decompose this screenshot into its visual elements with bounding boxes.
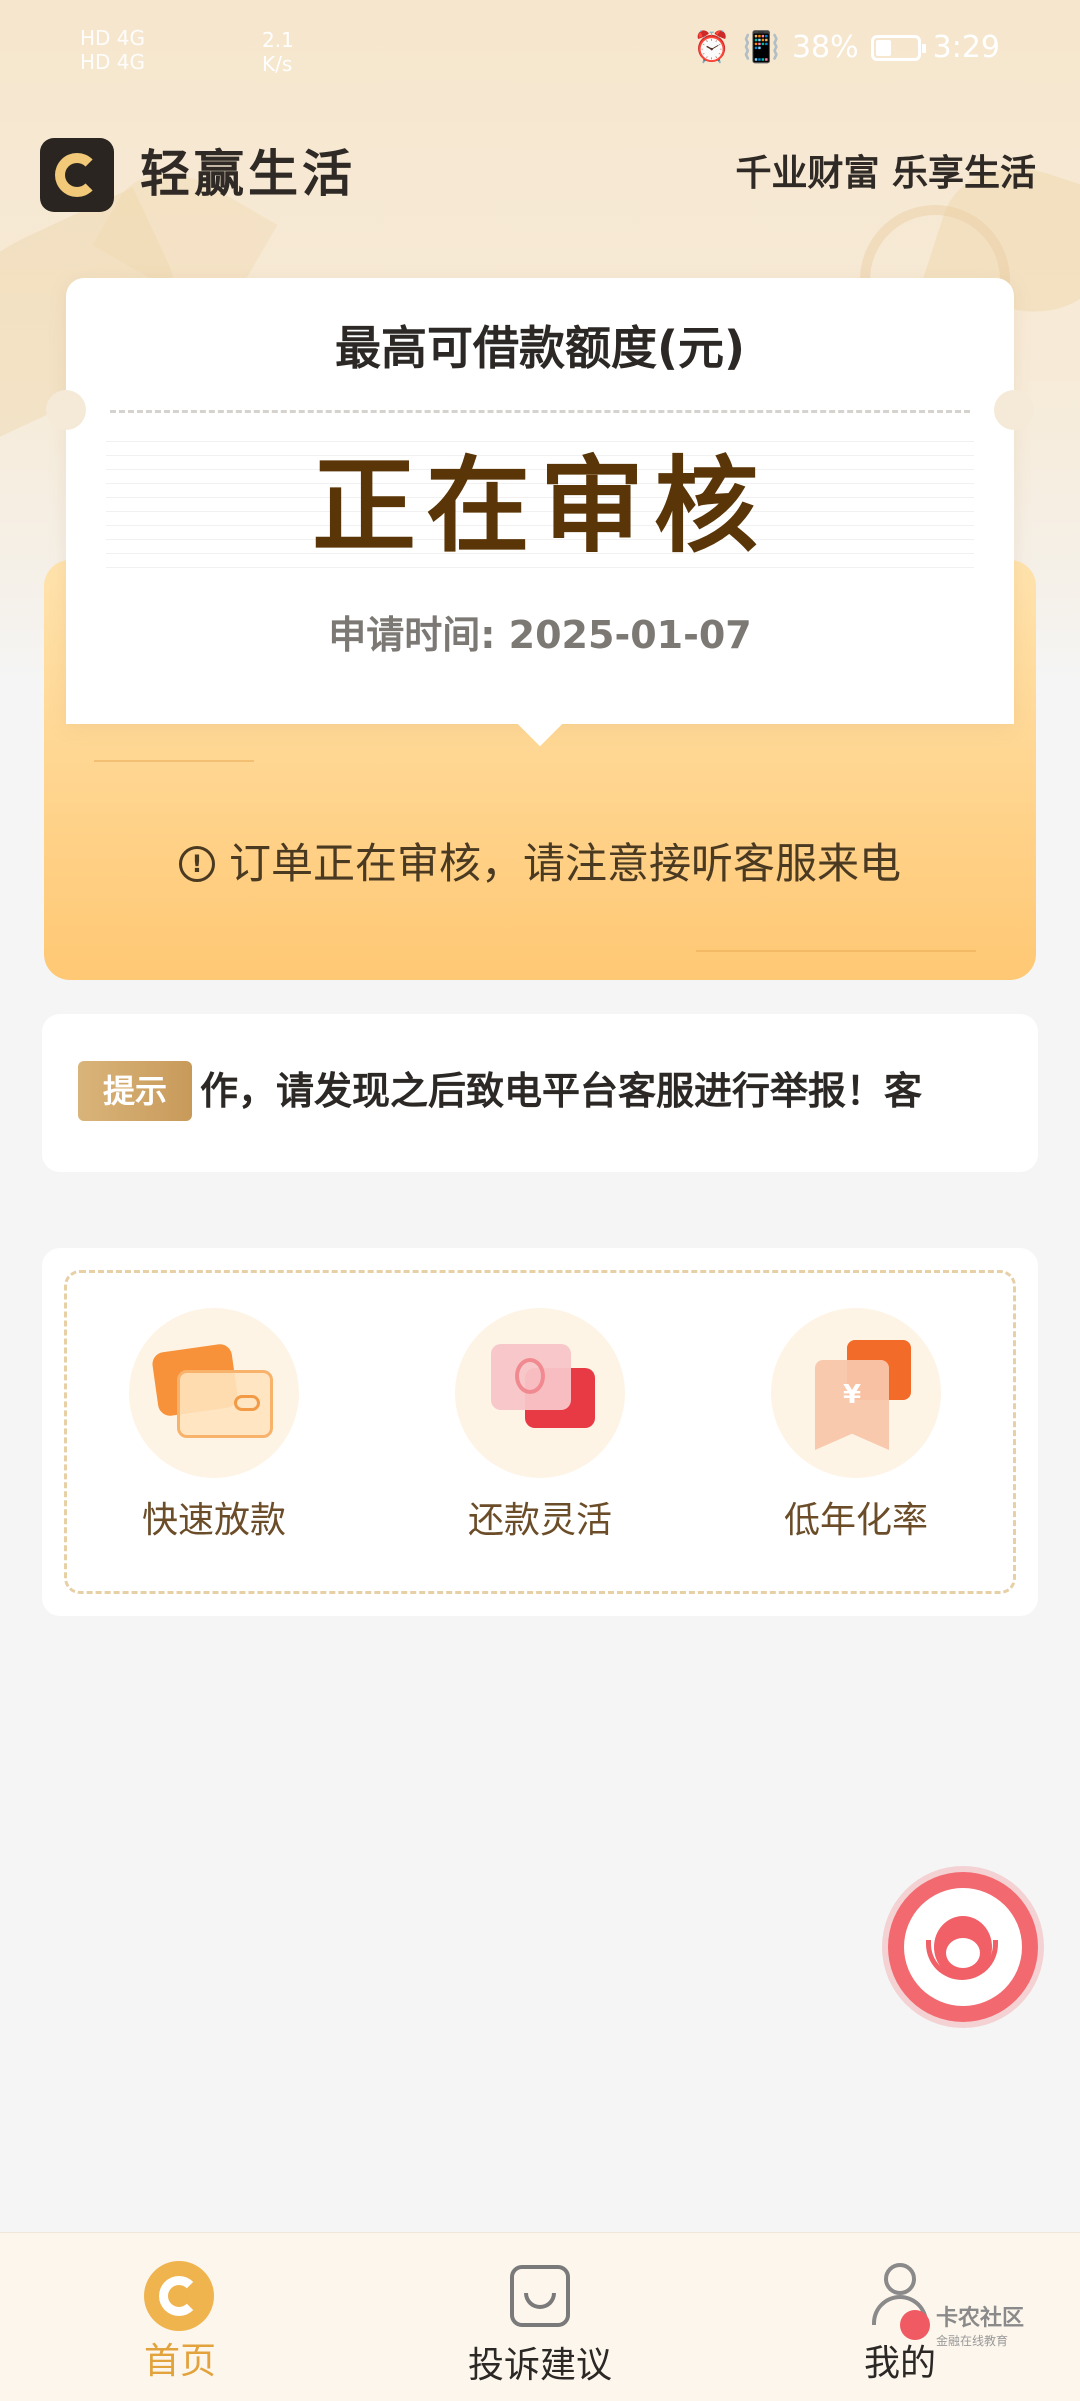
tip-text: 作，请发现之后致电平台客服进行举报！客 bbox=[200, 1069, 923, 1113]
feature-panel: 快速放款 还款灵活 低年化率 bbox=[42, 1248, 1038, 1616]
battery-icon bbox=[870, 34, 926, 61]
app-header: 轻赢生活 千业财富 乐享生活 bbox=[40, 135, 1040, 215]
complaint-icon-wrap bbox=[504, 2265, 576, 2335]
network-line-2: HD 4G bbox=[80, 50, 146, 74]
headset-icon bbox=[904, 1888, 1022, 2006]
app-slogan: 千业财富 乐享生活 bbox=[735, 153, 1036, 194]
wallet-icon bbox=[129, 1308, 299, 1478]
apply-time: 申请时间: 2025-01-07 bbox=[328, 613, 752, 657]
limit-label: 最高可借款额度(元) bbox=[334, 321, 746, 375]
network-indicators: HD 4G HD 4G bbox=[80, 26, 145, 74]
customer-service-button[interactable] bbox=[888, 1872, 1038, 2022]
nav-item-home[interactable]: 首页 bbox=[60, 2261, 300, 2387]
vibrate-icon: 📳 bbox=[742, 30, 780, 65]
user-icon-head bbox=[884, 2263, 916, 2295]
bag-shape bbox=[815, 1360, 889, 1450]
ticket-notch bbox=[994, 390, 1034, 430]
network-speed: 2.1 K/s bbox=[262, 28, 294, 76]
home-icon-ring bbox=[159, 2276, 199, 2316]
clock: 3:29 bbox=[932, 30, 1000, 65]
alert-icon: ! bbox=[178, 846, 215, 882]
watermark-logo-icon bbox=[900, 2310, 930, 2340]
feature-label: 低年化率 bbox=[783, 1500, 928, 1541]
tip-marquee[interactable]: 提示 作，请发现之后致电平台客服进行举报！客 bbox=[42, 1014, 1038, 1172]
app-logo bbox=[40, 138, 114, 212]
status-right: ⏰ 📳 38% 3:29 bbox=[693, 30, 1000, 65]
watermark: 卡农社区 金融在线教育 bbox=[900, 2306, 1050, 2366]
status-bar: HD 4G HD 4G 2.1 K/s ⏰ 📳 38% 3:29 bbox=[0, 0, 1080, 110]
home-icon bbox=[144, 2261, 214, 2331]
nav-item-complaint[interactable]: 投诉建议 bbox=[420, 2261, 660, 2391]
nav-label: 首页 bbox=[143, 2341, 216, 2382]
notice-text: 订单正在审核，请注意接听客服来电 bbox=[228, 839, 901, 888]
tip-badge: 提示 bbox=[78, 1061, 192, 1121]
money-bag-icon bbox=[771, 1308, 941, 1478]
feature-low-rate[interactable]: 低年化率 bbox=[706, 1308, 1006, 1546]
battery-percent: 38% bbox=[791, 30, 859, 65]
speed-value: 2.1 bbox=[262, 28, 294, 52]
wallet-shape bbox=[177, 1370, 273, 1438]
app-name: 轻赢生活 bbox=[140, 145, 356, 203]
headset-mic bbox=[926, 1940, 998, 1980]
decorative-line bbox=[696, 950, 976, 952]
review-status: 正在审核 bbox=[311, 445, 768, 567]
watermark-subtitle: 金融在线教育 bbox=[936, 2334, 1009, 2348]
card-pointer bbox=[512, 718, 568, 748]
dashed-divider bbox=[110, 410, 970, 413]
network-line-1: HD 4G bbox=[80, 26, 146, 50]
decorative-line bbox=[94, 760, 254, 762]
chat-coins-icon bbox=[455, 1308, 625, 1478]
feature-flexible-repay[interactable]: 还款灵活 bbox=[390, 1308, 690, 1546]
credit-limit-card: 最高可借款额度(元) 正在审核 申请时间: 2025-01-07 bbox=[46, 278, 1034, 724]
speed-unit: K/s bbox=[262, 52, 293, 76]
logo-icon bbox=[55, 153, 99, 197]
home-icon-wrap bbox=[144, 2261, 216, 2331]
chat-shape bbox=[491, 1344, 571, 1410]
feature-label: 还款灵活 bbox=[467, 1500, 612, 1541]
nav-label: 投诉建议 bbox=[467, 2345, 612, 2386]
feature-fast-loan[interactable]: 快速放款 bbox=[64, 1308, 364, 1546]
complaint-icon bbox=[510, 2265, 570, 2327]
battery-fill bbox=[875, 39, 891, 56]
feature-label: 快速放款 bbox=[141, 1500, 286, 1541]
alarm-icon: ⏰ bbox=[693, 30, 731, 65]
review-notice: ! 订单正在审核，请注意接听客服来电 bbox=[44, 836, 1036, 892]
ticket-notch bbox=[46, 390, 86, 430]
watermark-title: 卡农社区 bbox=[936, 2306, 1025, 2331]
